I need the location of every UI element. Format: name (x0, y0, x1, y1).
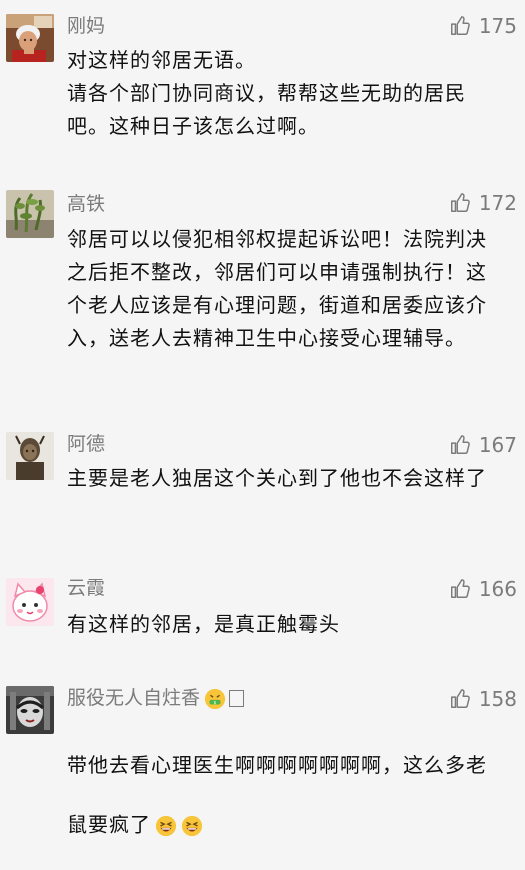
like-button[interactable]: 175 (449, 13, 517, 39)
plant-avatar-icon (6, 190, 54, 238)
like-count: 166 (478, 577, 517, 601)
comment-text: 主要是老人独居这个关心到了他也不会这样了 (67, 466, 487, 490)
comment-item: 阿德 167 主要是老人独居这个关心到了他也不会这样了 (0, 420, 525, 570)
like-count: 172 (478, 191, 517, 215)
comment-text-body: 带他去看心理医生啊啊啊啊啊啊啊，这么多老鼠要疯了 (67, 753, 487, 837)
username[interactable]: 云霞 (67, 576, 105, 600)
cartoon-cat-avatar-icon (6, 578, 54, 626)
thumbs-up-icon (450, 435, 470, 454)
avatar[interactable] (6, 190, 54, 238)
avatar[interactable] (6, 578, 54, 626)
missing-glyph-box (229, 690, 245, 707)
comment-item: 云霞 166 有这样的邻居，是真正触霉头 (0, 570, 525, 680)
like-count: 167 (478, 433, 517, 457)
avatar[interactable] (6, 686, 54, 734)
comment-text: 邻居可以以侵犯相邻权提起诉讼吧！法院判决之后拒不整改，邻居们可以申请强制执行！这… (67, 227, 487, 350)
username[interactable]: 刚妈 (67, 14, 105, 38)
avatar[interactable] (6, 14, 54, 62)
like-button[interactable]: 166 (449, 576, 517, 602)
username[interactable]: 高铁 (67, 192, 105, 216)
like-button[interactable]: 158 (449, 686, 517, 712)
like-button[interactable]: 167 (449, 432, 517, 458)
thumbs-up-icon (450, 193, 470, 212)
comment-item: 服役无人自炷香 $ 158 带他去看心理医生啊啊啊啊啊啊啊，这么多老鼠要疯了 (0, 680, 525, 837)
like-count: 158 (478, 687, 517, 711)
avatar[interactable] (6, 432, 54, 480)
username-text: 服役无人自炷香 (67, 687, 201, 709)
grinning-squinting-face-icon (181, 782, 203, 870)
comment-item: 刚妈 175 对这样的邻居无语。 请各个部门协同商议，帮帮这些无助的居民吧。这种… (0, 0, 525, 180)
statue-avatar-icon (6, 432, 54, 480)
opera-mask-avatar-icon (6, 686, 54, 734)
like-button[interactable]: 172 (449, 190, 517, 216)
comment-item: 高铁 172 邻居可以以侵犯相邻权提起诉讼吧！法院判决之后拒不整改，邻居们可以申… (0, 180, 525, 420)
comment-text: 带他去看心理医生啊啊啊啊啊啊啊，这么多老鼠要疯了 (67, 716, 507, 870)
grinning-squinting-face-icon (155, 782, 177, 870)
comment-text: 对这样的邻居无语。 请各个部门协同商议，帮帮这些无助的居民吧。这种日子该怎么过啊… (67, 48, 466, 138)
like-count: 175 (478, 14, 517, 38)
svg-text:$: $ (214, 699, 217, 705)
comment-text: 有这样的邻居，是真正触霉头 (67, 612, 340, 636)
elderly-woman-avatar-icon (6, 14, 54, 62)
thumbs-up-icon (450, 16, 470, 35)
comment-list: 刚妈 175 对这样的邻居无语。 请各个部门协同商议，帮帮这些无助的居民吧。这种… (0, 0, 525, 837)
thumbs-up-icon (450, 689, 470, 708)
money-mouth-face-icon: $ (204, 688, 226, 710)
username[interactable]: 阿德 (67, 432, 105, 456)
username[interactable]: 服役无人自炷香 $ (67, 686, 245, 710)
thumbs-up-icon (450, 579, 470, 598)
